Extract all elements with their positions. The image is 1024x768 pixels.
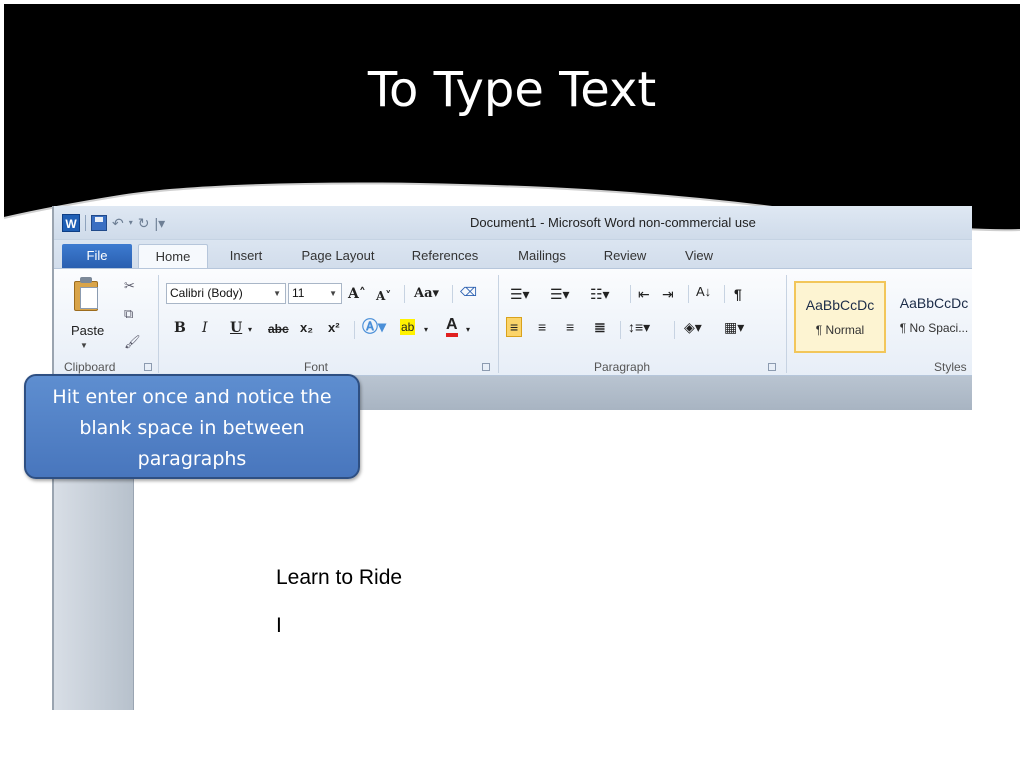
group-separator [498, 275, 499, 373]
text-cursor: I [276, 614, 282, 637]
style-name: ¶ No Spaci... [899, 321, 969, 335]
style-sample: AaBbCcDc [899, 295, 969, 311]
copy-icon[interactable]: ⧉ [124, 307, 133, 321]
paste-icon[interactable] [72, 277, 100, 311]
title-bar: W ↶ ▾ ↻ |▾ Document1 - Microsoft Word no… [54, 206, 972, 240]
justify-icon[interactable]: ≣ [594, 318, 606, 336]
toolbar-separator [452, 285, 453, 303]
group-separator [158, 275, 159, 373]
change-case-icon[interactable]: Aa▾ [414, 285, 439, 303]
show-formatting-marks-icon[interactable]: ¶ [734, 285, 742, 303]
toolbar-separator [688, 285, 689, 303]
qat-separator [85, 215, 86, 231]
clipboard-launcher-icon[interactable] [144, 363, 152, 371]
tab-file[interactable]: File [62, 244, 132, 268]
font-size-combo[interactable]: 11 ▼ [288, 283, 342, 304]
underline-dropdown-icon[interactable]: ▾ [248, 321, 252, 339]
text-effects-icon[interactable]: Ⓐ▾ [362, 319, 386, 337]
clear-formatting-icon[interactable]: ⌫ [460, 283, 477, 301]
strikethrough-icon[interactable]: abc [268, 320, 289, 338]
word-app-icon[interactable]: W [62, 214, 80, 232]
clipboard-group-label: Clipboard [64, 360, 116, 374]
increase-indent-icon[interactable]: ⇥ [662, 285, 674, 303]
document-text-line[interactable]: Learn to Ride [276, 566, 402, 590]
numbering-icon[interactable]: ☰▾ [550, 285, 570, 303]
style-name: ¶ Normal [815, 323, 865, 337]
underline-icon[interactable]: U [230, 319, 242, 337]
decrease-indent-icon[interactable]: ⇤ [638, 285, 650, 303]
save-icon[interactable] [91, 215, 107, 231]
align-right-icon[interactable]: ≡ [566, 318, 574, 336]
toolbar-separator [620, 321, 621, 339]
italic-icon[interactable]: I [202, 319, 208, 337]
subscript-icon[interactable]: x₂ [300, 319, 313, 337]
grow-font-icon[interactable]: A˄ [348, 285, 366, 303]
toolbar-separator [630, 285, 631, 303]
align-center-icon[interactable]: ≡ [538, 318, 546, 336]
bold-icon[interactable]: B [174, 319, 186, 337]
bullets-icon[interactable]: ☰▾ [510, 285, 530, 303]
font-color-dropdown-icon[interactable]: ▾ [466, 321, 470, 339]
tab-page-layout[interactable]: Page Layout [290, 244, 386, 268]
shading-icon[interactable]: ◈▾ [684, 318, 702, 336]
paste-dropdown-icon[interactable]: ▼ [80, 341, 88, 350]
toolbar-separator [404, 285, 405, 303]
font-launcher-icon[interactable] [482, 363, 490, 371]
window-title: Document1 - Microsoft Word non-commercia… [470, 215, 756, 230]
tab-insert[interactable]: Insert [216, 244, 276, 268]
header-wave-shape [3, 4, 1021, 232]
shrink-font-icon[interactable]: A˅ [376, 287, 391, 305]
styles-group-label: Styles [934, 360, 967, 374]
slide-title: To Type Text [367, 62, 657, 118]
highlight-dropdown-icon[interactable]: ▾ [424, 321, 428, 339]
toolbar-separator [354, 321, 355, 339]
align-left-icon[interactable]: ≡ [506, 317, 523, 337]
paragraph-group-label: Paragraph [594, 360, 651, 374]
style-no-spacing[interactable]: AaBbCcDc ¶ No Spaci... [888, 281, 972, 353]
font-name-value: Calibri (Body) [170, 286, 243, 300]
cut-icon[interactable]: ✂ [124, 279, 135, 293]
group-separator [786, 275, 787, 373]
paste-button[interactable]: Paste [71, 323, 104, 338]
quick-access-toolbar: W ↶ ▾ ↻ |▾ [62, 214, 165, 232]
tab-references[interactable]: References [402, 244, 488, 268]
font-name-combo[interactable]: Calibri (Body) ▼ [166, 283, 286, 304]
borders-icon[interactable]: ▦▾ [724, 318, 744, 336]
redo-icon[interactable]: ↻ [138, 215, 150, 231]
style-sample: AaBbCcDc [805, 297, 875, 313]
chevron-down-icon: ▼ [329, 289, 337, 298]
font-group-label: Font [304, 360, 329, 374]
tab-review[interactable]: Review [594, 244, 656, 268]
customize-qat-icon[interactable]: |▾ [154, 215, 165, 231]
style-normal[interactable]: AaBbCcDc ¶ Normal [794, 281, 886, 353]
tab-home[interactable]: Home [138, 244, 208, 268]
undo-icon[interactable]: ↶ [112, 215, 124, 231]
sort-icon[interactable]: A↓ [696, 283, 711, 301]
highlight-icon[interactable]: ab [400, 319, 416, 335]
multilevel-list-icon[interactable]: ☷▾ [590, 285, 610, 303]
line-spacing-icon[interactable]: ↕≡▾ [628, 318, 650, 336]
slide-header: To Type Text [0, 0, 1024, 240]
instruction-callout: Hit enter once and notice the blank spac… [24, 374, 360, 479]
toolbar-separator [674, 321, 675, 339]
ribbon: Paste ▼ ✂ ⧉ 🖌 Clipboard Calibri (Body) ▼… [54, 268, 972, 376]
font-size-value: 11 [292, 286, 305, 300]
ribbon-tabs: File Home Insert Page Layout References … [54, 240, 972, 268]
paragraph-launcher-icon[interactable] [768, 363, 776, 371]
tab-mailings[interactable]: Mailings [506, 244, 578, 268]
font-color-icon[interactable]: A [446, 317, 458, 337]
format-painter-icon[interactable]: 🖌 [124, 335, 141, 349]
superscript-icon[interactable]: x² [328, 319, 340, 337]
tab-view[interactable]: View [676, 244, 722, 268]
chevron-down-icon: ▼ [273, 289, 281, 298]
undo-dropdown-icon[interactable]: ▾ [129, 215, 133, 231]
toolbar-separator [724, 285, 725, 303]
